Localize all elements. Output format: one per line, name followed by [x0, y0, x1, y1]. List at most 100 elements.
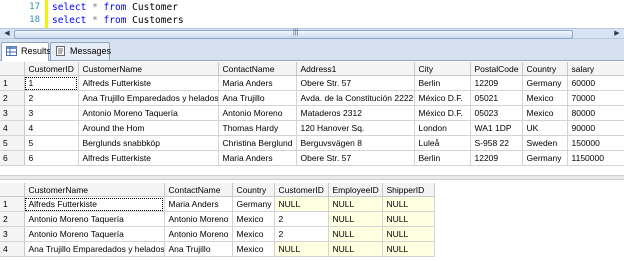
table-cell[interactable]: 3 — [24, 105, 79, 121]
table-row[interactable]: 4 4 Around the Hom Thomas Hardy 120 Hano… — [0, 120, 624, 136]
table-cell[interactable]: NULL — [382, 241, 435, 257]
grid-corner[interactable] — [0, 62, 25, 76]
table-cell[interactable]: Mexico — [232, 241, 275, 257]
column-header[interactable]: ContactName — [164, 183, 233, 197]
table-cell[interactable]: Germany — [522, 150, 568, 166]
table-cell[interactable]: Antonio Moreno Taquería — [78, 105, 219, 121]
column-header[interactable]: CustomerID — [24, 62, 79, 76]
column-header[interactable]: City — [414, 62, 471, 76]
table-cell[interactable]: Antonio Moreno — [218, 105, 297, 121]
table-cell[interactable]: NULL — [328, 226, 383, 242]
table-cell[interactable]: Sweden — [522, 135, 568, 151]
table-cell[interactable]: Ana Trujillo Emparedados y helados — [78, 90, 219, 106]
table-cell[interactable]: NULL — [328, 241, 383, 257]
table-cell[interactable]: 5 — [24, 135, 79, 151]
table-cell[interactable]: Alfreds Futterkiste — [78, 150, 219, 166]
table-cell[interactable]: Mataderos 2312 — [296, 105, 415, 121]
table-row[interactable]: 1 Alfreds Futterkiste Maria Anders Germa… — [0, 196, 435, 212]
column-header[interactable]: Country — [232, 183, 275, 197]
table-cell[interactable]: Germany — [522, 75, 568, 91]
table-cell[interactable]: Christina Berglund — [218, 135, 297, 151]
table-row[interactable]: 4 Ana Trujillo Emparedados y helados Ana… — [0, 241, 435, 257]
table-cell[interactable]: 80000 — [567, 105, 624, 121]
grid-splitter[interactable] — [0, 175, 624, 180]
table-cell[interactable]: NULL — [274, 241, 329, 257]
table-cell[interactable]: Antonio Moreno — [164, 211, 233, 227]
row-number[interactable]: 6 — [0, 150, 25, 166]
table-cell[interactable]: S-958 22 — [470, 135, 523, 151]
table-cell[interactable]: NULL — [382, 226, 435, 242]
table-cell[interactable]: WA1 1DP — [470, 120, 523, 136]
table-cell[interactable]: 1150000 — [567, 150, 624, 166]
table-cell[interactable]: Mexico — [232, 211, 275, 227]
table-cell[interactable]: Antonio Moreno Taquería — [24, 226, 165, 242]
table-cell[interactable]: Alfreds Futterkiste — [78, 75, 219, 91]
table-cell[interactable]: Avda. de la Constitución 2222 — [296, 90, 415, 106]
table-cell[interactable]: Mexico — [522, 105, 568, 121]
table-cell[interactable]: London — [414, 120, 471, 136]
table-cell[interactable]: 05021 — [470, 90, 523, 106]
table-cell[interactable]: 60000 — [567, 75, 624, 91]
table-cell[interactable]: 12209 — [470, 75, 523, 91]
table-cell[interactable]: Antonio Moreno Taquería — [24, 211, 165, 227]
table-cell[interactable]: Ana Trujillo — [164, 241, 233, 257]
table-cell[interactable]: Berguvsvägen 8 — [296, 135, 415, 151]
table-cell[interactable]: Berlin — [414, 150, 471, 166]
row-number[interactable]: 2 — [0, 211, 25, 227]
table-cell[interactable]: UK — [522, 120, 568, 136]
table-cell[interactable]: 70000 — [567, 90, 624, 106]
table-cell[interactable]: Germany — [232, 196, 275, 212]
table-row[interactable]: 5 5 Berglunds snabbköp Christina Berglun… — [0, 135, 624, 151]
table-cell[interactable]: 2 — [274, 211, 329, 227]
table-cell[interactable]: Mexico — [232, 226, 275, 242]
row-number[interactable]: 1 — [0, 196, 25, 212]
column-header[interactable]: CustomerID — [274, 183, 329, 197]
table-cell[interactable]: NULL — [328, 196, 383, 212]
table-cell[interactable]: Berglunds snabbköp — [78, 135, 219, 151]
row-number[interactable]: 1 — [0, 75, 25, 91]
column-header[interactable]: PostalCode — [470, 62, 523, 76]
table-cell[interactable]: 6 — [24, 150, 79, 166]
row-number[interactable]: 3 — [0, 105, 25, 121]
query-editor[interactable]: 17 18 select * from Customer select * fr… — [0, 0, 624, 28]
table-row[interactable]: 3 3 Antonio Moreno Taquería Antonio More… — [0, 105, 624, 121]
table-cell[interactable]: Thomas Hardy — [218, 120, 297, 136]
column-header[interactable]: salary — [567, 62, 624, 76]
table-cell[interactable]: NULL — [328, 211, 383, 227]
row-number[interactable]: 2 — [0, 90, 25, 106]
table-row[interactable]: 2 Antonio Moreno Taquería Antonio Moreno… — [0, 211, 435, 227]
code-line[interactable]: select * from Customer — [52, 2, 178, 13]
column-header[interactable]: Country — [522, 62, 568, 76]
tab-messages[interactable]: Messages — [50, 42, 111, 60]
table-cell[interactable]: 150000 — [567, 135, 624, 151]
table-cell[interactable]: 1 — [24, 75, 79, 91]
table-cell[interactable]: 12209 — [470, 150, 523, 166]
row-number[interactable]: 5 — [0, 135, 25, 151]
table-cell[interactable]: Obere Str. 57 — [296, 150, 415, 166]
table-cell[interactable]: 90000 — [567, 120, 624, 136]
table-cell[interactable]: 2 — [24, 90, 79, 106]
table-cell[interactable]: Berlin — [414, 75, 471, 91]
table-cell[interactable]: Maria Anders — [218, 75, 297, 91]
table-cell[interactable]: Around the Hom — [78, 120, 219, 136]
table-cell[interactable]: 120 Hanover Sq. — [296, 120, 415, 136]
table-row[interactable]: 6 6 Alfreds Futterkiste Maria Anders Obe… — [0, 150, 624, 166]
editor-horizontal-scrollbar[interactable]: ◀ ||| ▶ — [0, 28, 624, 39]
column-header[interactable]: Address1 — [296, 62, 415, 76]
table-cell[interactable]: NULL — [382, 211, 435, 227]
table-cell[interactable]: NULL — [382, 196, 435, 212]
table-row[interactable]: 1 1 Alfreds Futterkiste Maria Anders Obe… — [0, 75, 624, 91]
tab-results[interactable]: Results — [1, 42, 51, 61]
results-grid-customers[interactable]: CustomerName ContactName Country Custome… — [0, 183, 435, 257]
row-number[interactable]: 4 — [0, 241, 25, 257]
table-cell[interactable]: Antonio Moreno — [164, 226, 233, 242]
table-cell[interactable]: Ana Trujillo — [218, 90, 297, 106]
row-number[interactable]: 4 — [0, 120, 25, 136]
table-cell[interactable]: México D.F. — [414, 105, 471, 121]
column-header[interactable]: EmployeeID — [328, 183, 383, 197]
table-cell[interactable]: Maria Anders — [164, 196, 233, 212]
table-cell[interactable]: Maria Anders — [218, 150, 297, 166]
table-cell[interactable]: Luleå — [414, 135, 471, 151]
column-header[interactable]: CustomerName — [78, 62, 219, 76]
row-number[interactable]: 3 — [0, 226, 25, 242]
